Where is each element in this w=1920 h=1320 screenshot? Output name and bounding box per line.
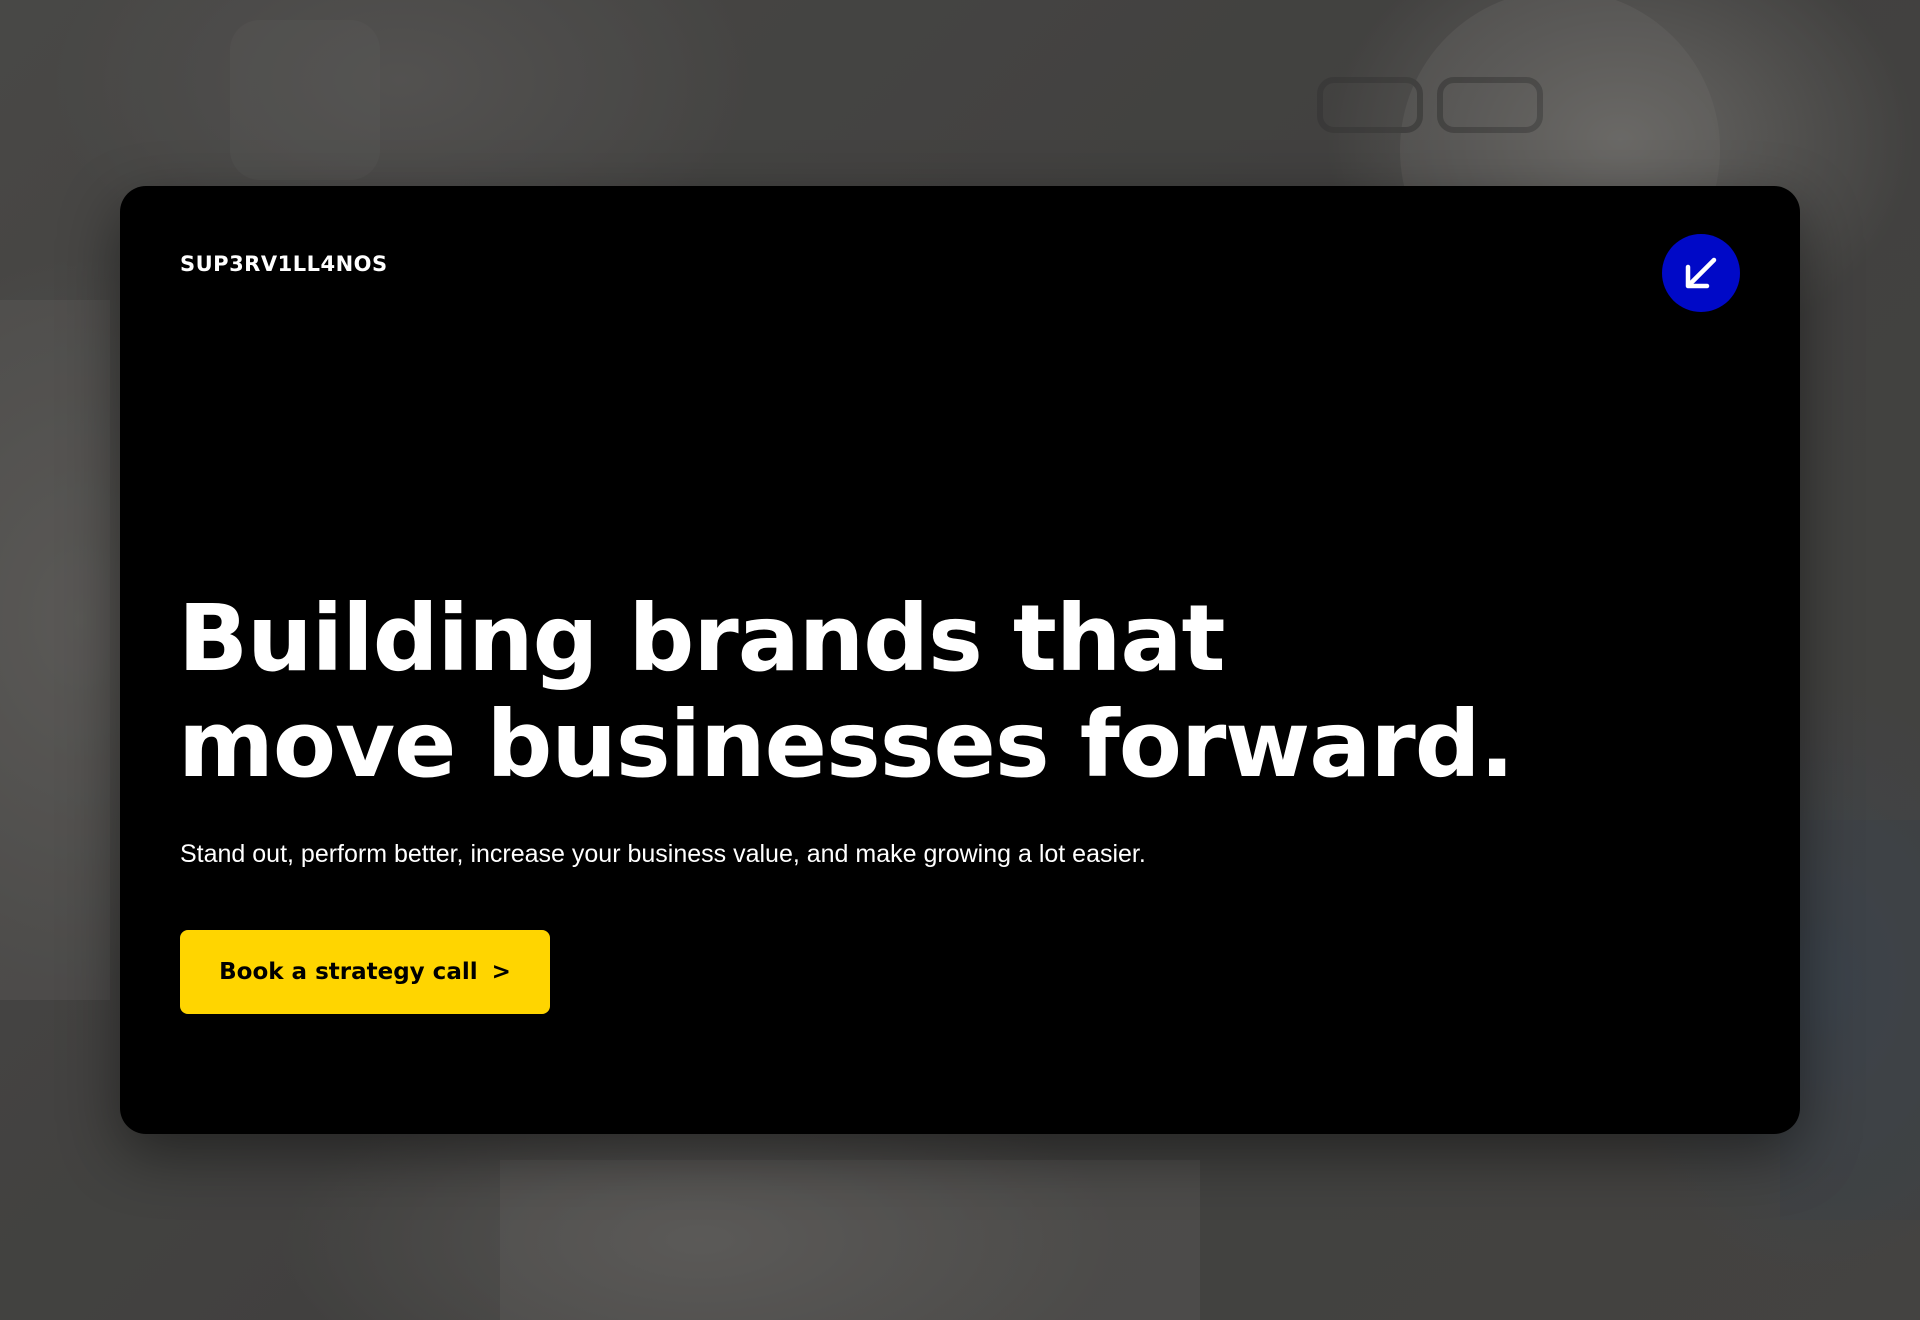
brand-logo[interactable]: SUP3RV1LL4NOS <box>180 252 388 276</box>
chevron-right-icon: > <box>491 959 511 985</box>
cta-label: Book a strategy call <box>219 959 478 985</box>
hero-subtext: Stand out, perform better, increase your… <box>180 840 1146 868</box>
headline-line-1: Building brands that <box>178 585 1225 692</box>
arrow-down-left-icon <box>1685 257 1717 289</box>
hero-card: SUP3RV1LL4NOS Building brands that move … <box>120 186 1800 1134</box>
headline-line-2: move businesses forward. <box>178 691 1515 798</box>
scroll-down-button[interactable] <box>1662 234 1740 312</box>
book-strategy-call-button[interactable]: Book a strategy call > <box>180 930 550 1014</box>
hero-headline: Building brands that move businesses for… <box>178 585 1515 798</box>
